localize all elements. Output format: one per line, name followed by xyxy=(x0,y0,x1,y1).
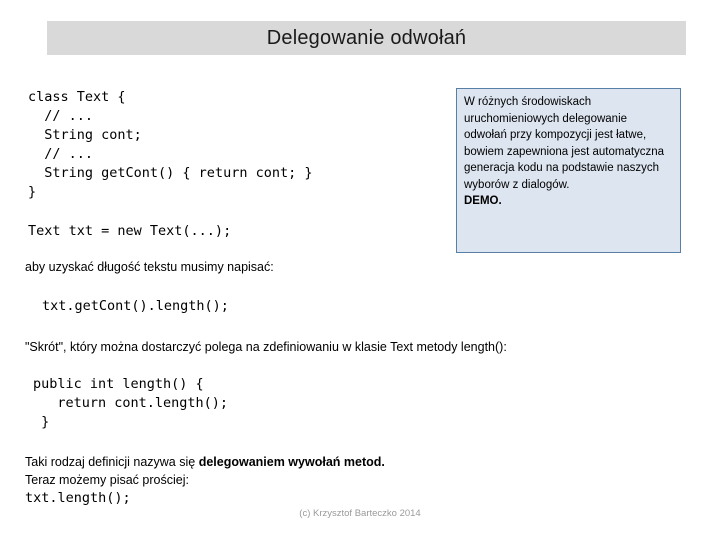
callout-text: W różnych środowiskach uruchomieniowych … xyxy=(464,94,672,210)
prose-conclusion-plain: Taki rodzaj definicji nazywa się xyxy=(25,455,199,469)
code-block-short-call: txt.length(); xyxy=(25,490,131,506)
prose-conclusion-line: Taki rodzaj definicji nazywa się delegow… xyxy=(25,453,385,471)
code-block-class-definition: class Text { // ... String cont; // ... … xyxy=(28,89,313,200)
callout-box: W różnych środowiskach uruchomieniowych … xyxy=(456,88,681,253)
prose-shortcut-line: "Skrót", który można dostarczyć polega n… xyxy=(25,340,507,354)
prose-conclusion-emphasis: delegowaniem wywołań metod. xyxy=(198,455,385,469)
page-title: Delegowanie odwołań xyxy=(266,27,467,49)
slide-canvas: Delegowanie odwołań class Text { // ... … xyxy=(0,0,720,540)
code-block-length-implementation: public int length() { return cont.length… xyxy=(33,376,229,430)
code-block-length-call: txt.getCont().length(); xyxy=(42,298,229,314)
callout-body: W różnych środowiskach uruchomieniowych … xyxy=(464,96,665,191)
prose-intro-line: aby uzyskać długość tekstu musimy napisa… xyxy=(25,260,274,274)
footer-credit: (c) Krzysztof Barteczko 2014 xyxy=(299,508,421,519)
slide-title-banner: Delegowanie odwołań xyxy=(47,21,686,55)
code-block-instantiate: Text txt = new Text(...); xyxy=(28,223,232,239)
callout-demo-label: DEMO. xyxy=(464,195,502,207)
prose-simpler-line: Teraz możemy pisać prościej: xyxy=(25,473,189,487)
